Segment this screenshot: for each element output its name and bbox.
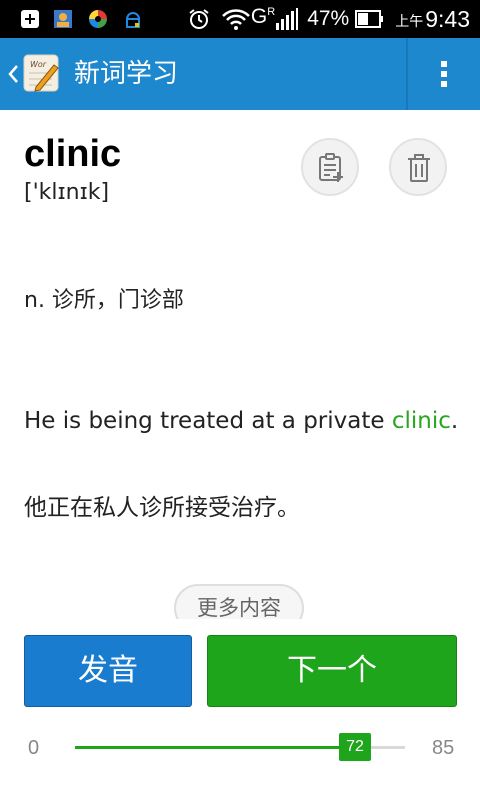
- status-right: GR 47% 上午 9:43: [187, 5, 480, 32]
- robot-icon: [126, 12, 140, 28]
- add-to-list-button[interactable]: [301, 138, 359, 196]
- alarm-icon: [189, 9, 209, 29]
- example-chinese: 他正在私人诊所接受治疗。: [24, 495, 300, 521]
- definition: n. 诊所，门诊部: [24, 288, 184, 313]
- next-button[interactable]: 下一个: [207, 635, 457, 707]
- svg-text:Wor: Wor: [30, 60, 47, 69]
- delete-button[interactable]: [389, 138, 447, 196]
- phonetic: ['klɪnɪk]: [24, 180, 110, 205]
- notebook-pencil-icon[interactable]: Wor: [22, 53, 62, 93]
- progress-slider[interactable]: 72: [75, 733, 405, 761]
- example-text: He is being treated at a private: [24, 408, 392, 434]
- battery-percent: 47%: [307, 7, 350, 30]
- example-english: He is being treated at a private clinic.: [24, 398, 464, 444]
- battery-icon: [355, 10, 384, 28]
- app-bar-divider: [406, 38, 408, 110]
- wifi-icon: [222, 9, 250, 30]
- word-title: clinic: [24, 133, 122, 175]
- progress-thumb[interactable]: 72: [339, 733, 371, 761]
- clock: 9:43: [425, 5, 470, 32]
- contacts-icon: [54, 10, 72, 28]
- network-type: GR: [250, 5, 276, 28]
- trash-icon: [408, 154, 430, 182]
- progress-max: 85: [432, 737, 455, 759]
- example-highlight-word: clinic: [391, 408, 451, 434]
- example-punctuation: .: [450, 408, 459, 434]
- status-bar: GR 47% 上午 9:43: [0, 0, 480, 38]
- time-ampm: 上午: [395, 14, 424, 30]
- pronounce-button[interactable]: 发音: [24, 635, 192, 707]
- progress-fill: [75, 746, 355, 749]
- more-vert-icon[interactable]: [432, 58, 456, 90]
- app-bar: Wor 新词学习: [0, 38, 480, 110]
- app-swirl-icon: [89, 10, 107, 28]
- page-title: 新词学习: [74, 59, 179, 89]
- add-box-icon: [21, 10, 39, 28]
- chevron-left-icon[interactable]: [6, 60, 20, 88]
- progress-min: 0: [28, 737, 40, 759]
- signal-icon: [276, 8, 299, 30]
- add-to-list-icon: [319, 153, 343, 182]
